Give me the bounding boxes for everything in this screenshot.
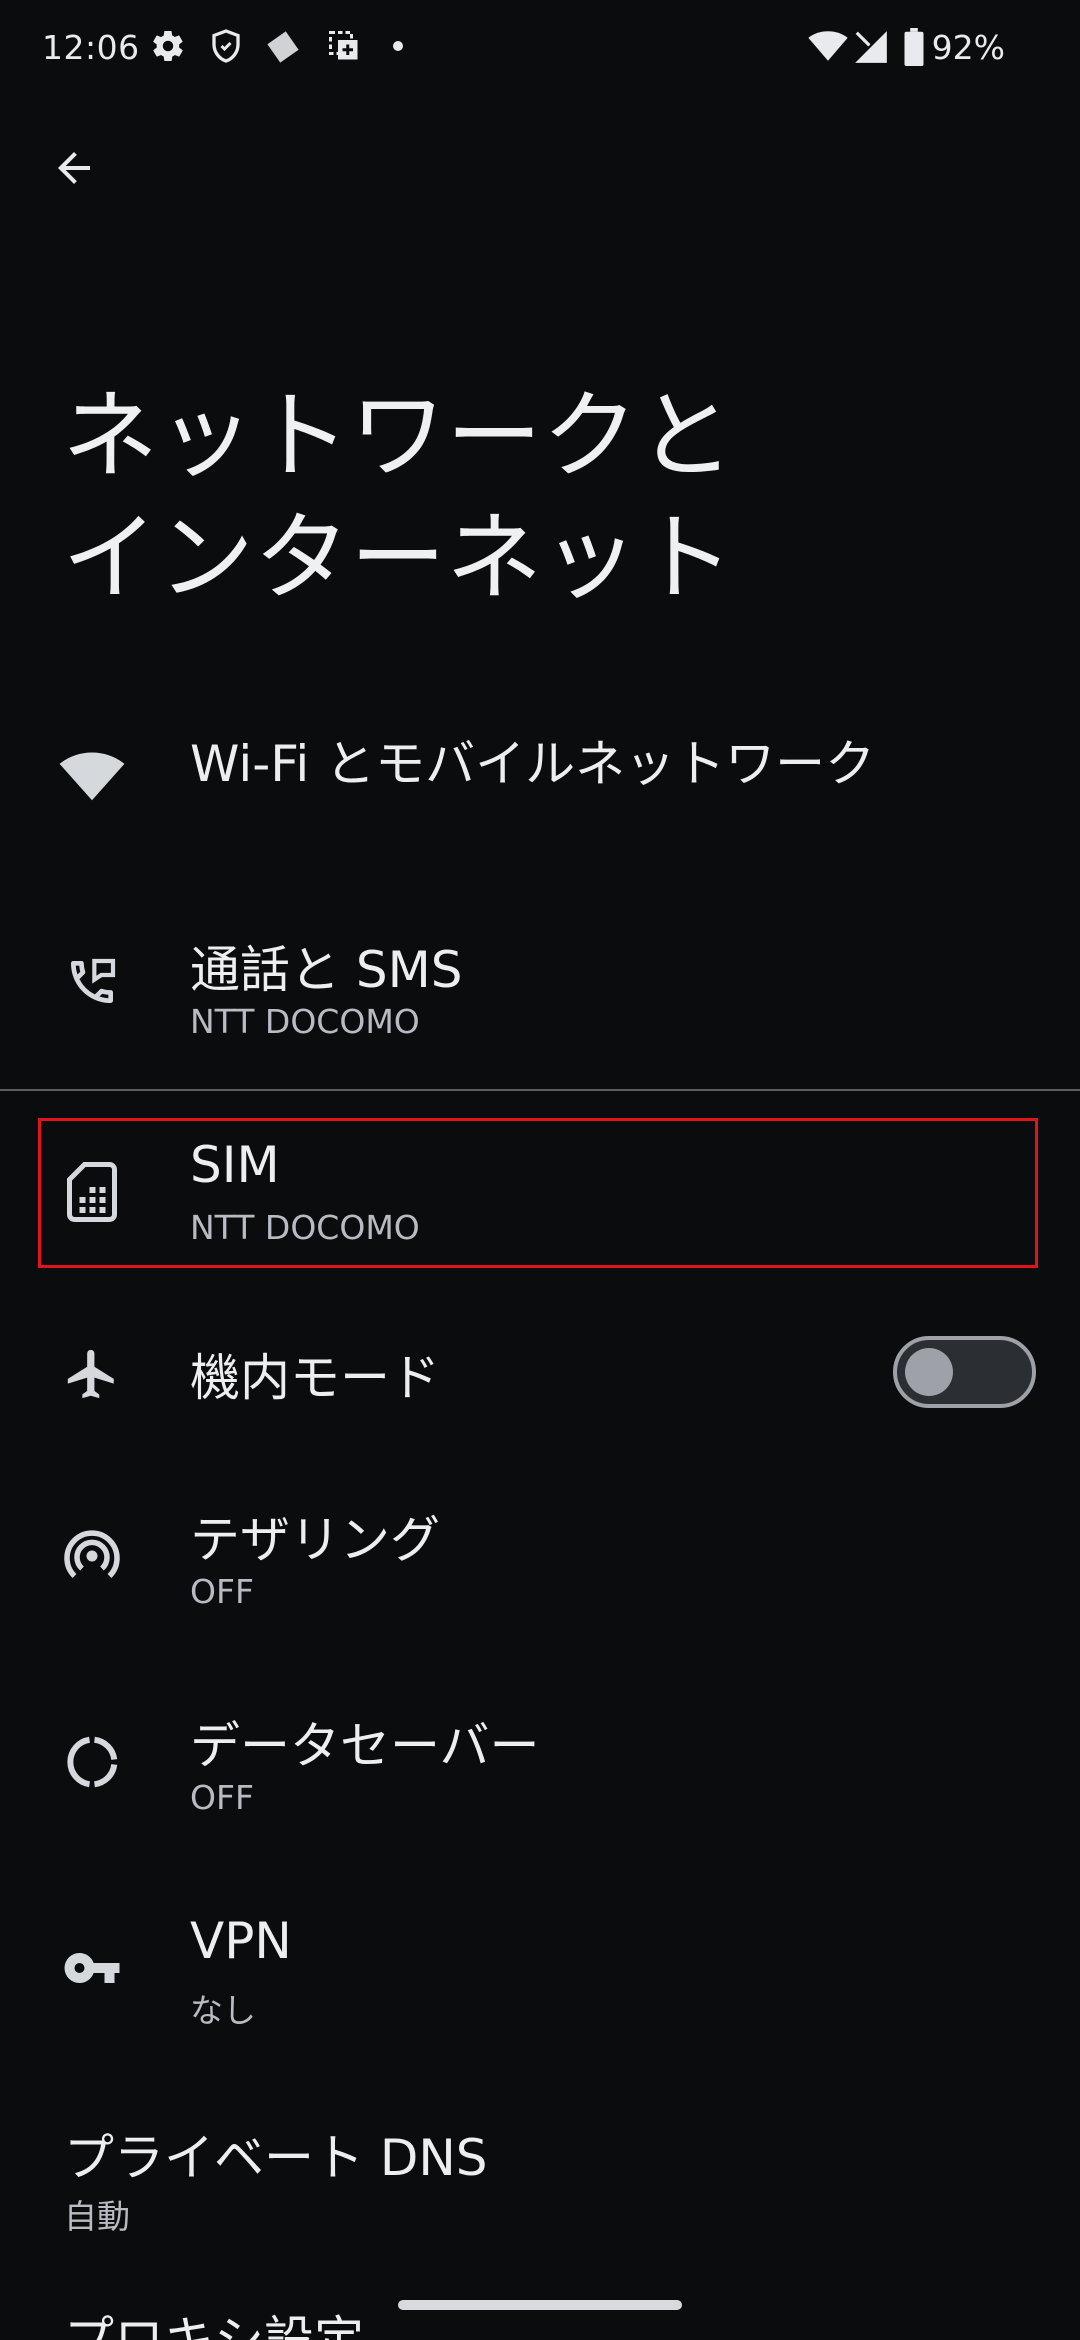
divider: [0, 1089, 1080, 1091]
phone-message-icon: [56, 946, 128, 1018]
page-title-line-2: インターネット: [62, 502, 734, 614]
battery-icon: [902, 28, 928, 68]
list-item-proxy-settings[interactable]: プロキシ設定: [0, 2290, 1080, 2340]
list-item-subtitle: 自動: [64, 2197, 130, 2236]
list-item-subtitle: OFF: [190, 1572, 254, 1611]
wifi-icon: [808, 28, 848, 68]
data-saver-icon: [56, 1726, 128, 1798]
hotspot-icon: [56, 1520, 128, 1592]
list-item-title: 通話と SMS: [190, 941, 463, 999]
list-item-subtitle: なし: [190, 1991, 256, 2030]
home-indicator[interactable]: [398, 2300, 682, 2310]
toggle-knob: [905, 1348, 953, 1396]
list-item-wifi-mobile-network[interactable]: Wi-Fi とモバイルネットワーク: [0, 700, 1080, 860]
status-bar: 12:06 92%: [0, 0, 1080, 96]
wifi-icon: [56, 740, 128, 812]
airplane-icon: [56, 1338, 128, 1410]
list-item-title: プロキシ設定: [64, 2311, 364, 2340]
gear-icon: [150, 28, 190, 68]
list-item-tethering[interactable]: テザリング OFF: [0, 1480, 1080, 1640]
list-item-title: テザリング: [190, 1511, 440, 1569]
list-item-subtitle: OFF: [190, 1778, 254, 1817]
list-item-title: VPN: [190, 1912, 292, 1970]
diamond-icon: [264, 28, 304, 68]
status-time: 12:06: [42, 28, 140, 67]
arrow-back-icon: [50, 144, 98, 192]
list-item-title: データセーバー: [190, 1717, 540, 1775]
list-item-title: 機内モード: [190, 1349, 440, 1407]
vpn-key-icon: [56, 1932, 128, 2004]
list-item-subtitle: NTT DOCOMO: [190, 1002, 420, 1041]
battery-percentage: 92%: [931, 28, 1005, 67]
back-button[interactable]: [38, 132, 110, 204]
screenshot-icon: [326, 28, 366, 68]
airplane-mode-toggle[interactable]: [893, 1336, 1036, 1408]
list-item-vpn[interactable]: VPN なし: [0, 1892, 1080, 2052]
signal-icon: [852, 28, 892, 68]
shield-icon: [208, 28, 248, 68]
highlight-box: [38, 1118, 1038, 1268]
list-item-data-saver[interactable]: データセーバー OFF: [0, 1686, 1080, 1846]
dot-icon: [392, 40, 404, 52]
page-title: ネットワークと インターネット: [62, 375, 1022, 619]
list-item-private-dns[interactable]: プライベート DNS 自動: [0, 2098, 1080, 2258]
list-item-title: プライベート DNS: [64, 2129, 488, 2187]
list-item-title: Wi-Fi とモバイルネットワーク: [190, 735, 876, 793]
list-item-calls-sms[interactable]: 通話と SMS NTT DOCOMO: [0, 910, 1080, 1070]
page-title-line-1: ネットワークと: [62, 380, 734, 492]
